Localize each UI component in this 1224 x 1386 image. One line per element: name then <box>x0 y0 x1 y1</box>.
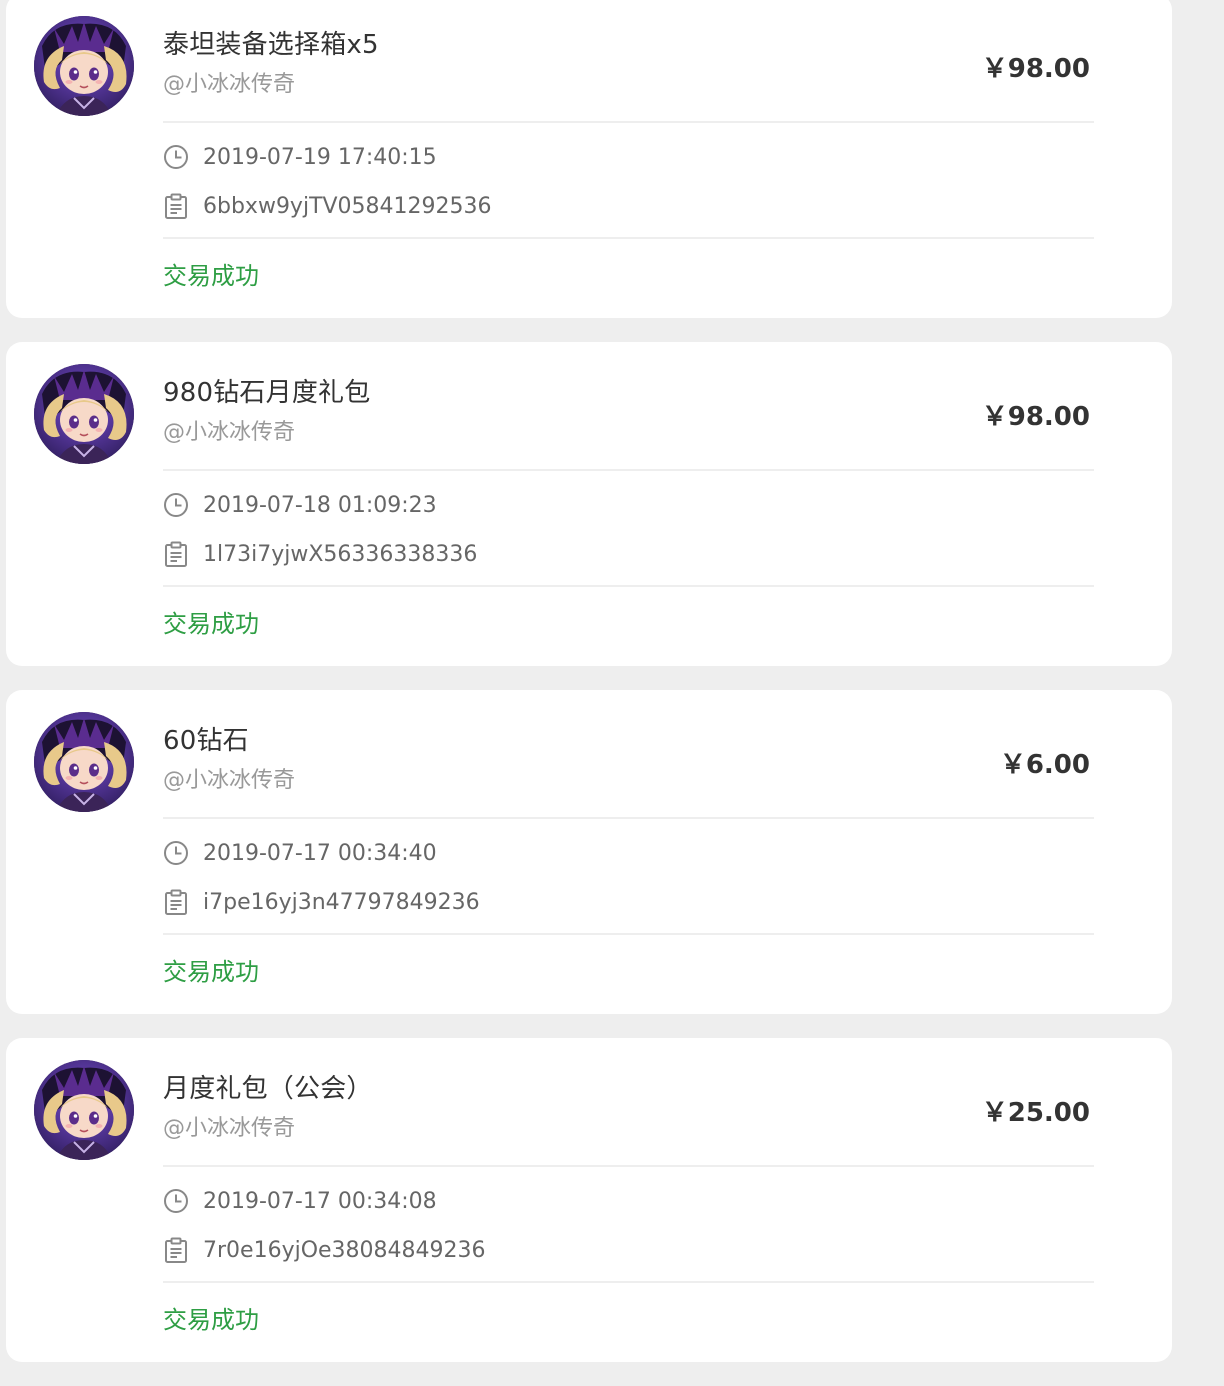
order-card[interactable]: 980钻石月度礼包 @小冰冰传奇 ￥98.00 2019-07-18 01:09… <box>6 342 1172 666</box>
order-status: 交易成功 <box>163 610 259 638</box>
order-price: ￥98.00 <box>981 402 1090 432</box>
seller-name: @小冰冰传奇 <box>163 72 296 97</box>
order-list: 泰坦装备选择箱x5 @小冰冰传奇 ￥98.00 2019-07-19 17:40… <box>6 0 1172 1386</box>
divider <box>163 933 1094 935</box>
avatar-illustration <box>34 1060 134 1160</box>
divider <box>163 585 1094 587</box>
game-avatar <box>34 364 134 464</box>
order-time: 2019-07-17 00:34:08 <box>203 1188 437 1214</box>
clock-icon <box>163 840 189 866</box>
order-card[interactable]: 60钻石 @小冰冰传奇 ￥6.00 2019-07-17 00:34:40 i7… <box>6 690 1172 1014</box>
order-status: 交易成功 <box>163 1306 259 1334</box>
product-title: 980钻石月度礼包 <box>163 378 371 408</box>
order-id: 6bbxw9yjTV05841292536 <box>203 193 492 219</box>
order-price: ￥25.00 <box>981 1098 1090 1128</box>
avatar-illustration <box>34 16 134 116</box>
order-time-row: 2019-07-19 17:40:15 <box>163 142 437 172</box>
clock-icon <box>163 1188 189 1214</box>
order-id-row: 7r0e16yjOe38084849236 <box>163 1235 486 1265</box>
order-status: 交易成功 <box>163 958 259 986</box>
avatar-illustration <box>34 364 134 464</box>
product-title: 60钻石 <box>163 726 249 756</box>
clock-icon <box>163 144 189 170</box>
divider <box>163 469 1094 471</box>
game-avatar <box>34 16 134 116</box>
order-id-row: 1l73i7yjwX56336338336 <box>163 539 477 569</box>
order-time-row: 2019-07-18 01:09:23 <box>163 490 437 520</box>
seller-name: @小冰冰传奇 <box>163 420 296 445</box>
clipboard-icon <box>163 193 189 219</box>
order-price: ￥6.00 <box>999 750 1090 780</box>
clipboard-icon <box>163 889 189 915</box>
order-id-row: 6bbxw9yjTV05841292536 <box>163 191 492 221</box>
order-card[interactable]: 泰坦装备选择箱x5 @小冰冰传奇 ￥98.00 2019-07-19 17:40… <box>6 0 1172 318</box>
order-time-row: 2019-07-17 00:34:40 <box>163 838 437 868</box>
order-time-row: 2019-07-17 00:34:08 <box>163 1186 437 1216</box>
divider <box>163 817 1094 819</box>
game-avatar <box>34 1060 134 1160</box>
divider <box>163 121 1094 123</box>
game-avatar <box>34 712 134 812</box>
clipboard-icon <box>163 541 189 567</box>
order-time: 2019-07-18 01:09:23 <box>203 492 437 518</box>
order-time: 2019-07-19 17:40:15 <box>203 144 437 170</box>
divider <box>163 237 1094 239</box>
divider <box>163 1165 1094 1167</box>
order-time: 2019-07-17 00:34:40 <box>203 840 437 866</box>
product-title: 月度礼包（公会） <box>163 1074 373 1104</box>
seller-name: @小冰冰传奇 <box>163 768 296 793</box>
order-id: 7r0e16yjOe38084849236 <box>203 1237 486 1263</box>
divider <box>163 1281 1094 1283</box>
order-card[interactable]: 月度礼包（公会） @小冰冰传奇 ￥25.00 2019-07-17 00:34:… <box>6 1038 1172 1362</box>
order-price: ￥98.00 <box>981 54 1090 84</box>
order-id-row: i7pe16yj3n47797849236 <box>163 887 480 917</box>
clipboard-icon <box>163 1237 189 1263</box>
avatar-illustration <box>34 712 134 812</box>
clock-icon <box>163 492 189 518</box>
product-title: 泰坦装备选择箱x5 <box>163 30 379 60</box>
order-id: 1l73i7yjwX56336338336 <box>203 541 478 567</box>
seller-name: @小冰冰传奇 <box>163 1116 296 1141</box>
order-id: i7pe16yj3n47797849236 <box>203 889 480 915</box>
order-status: 交易成功 <box>163 262 259 290</box>
